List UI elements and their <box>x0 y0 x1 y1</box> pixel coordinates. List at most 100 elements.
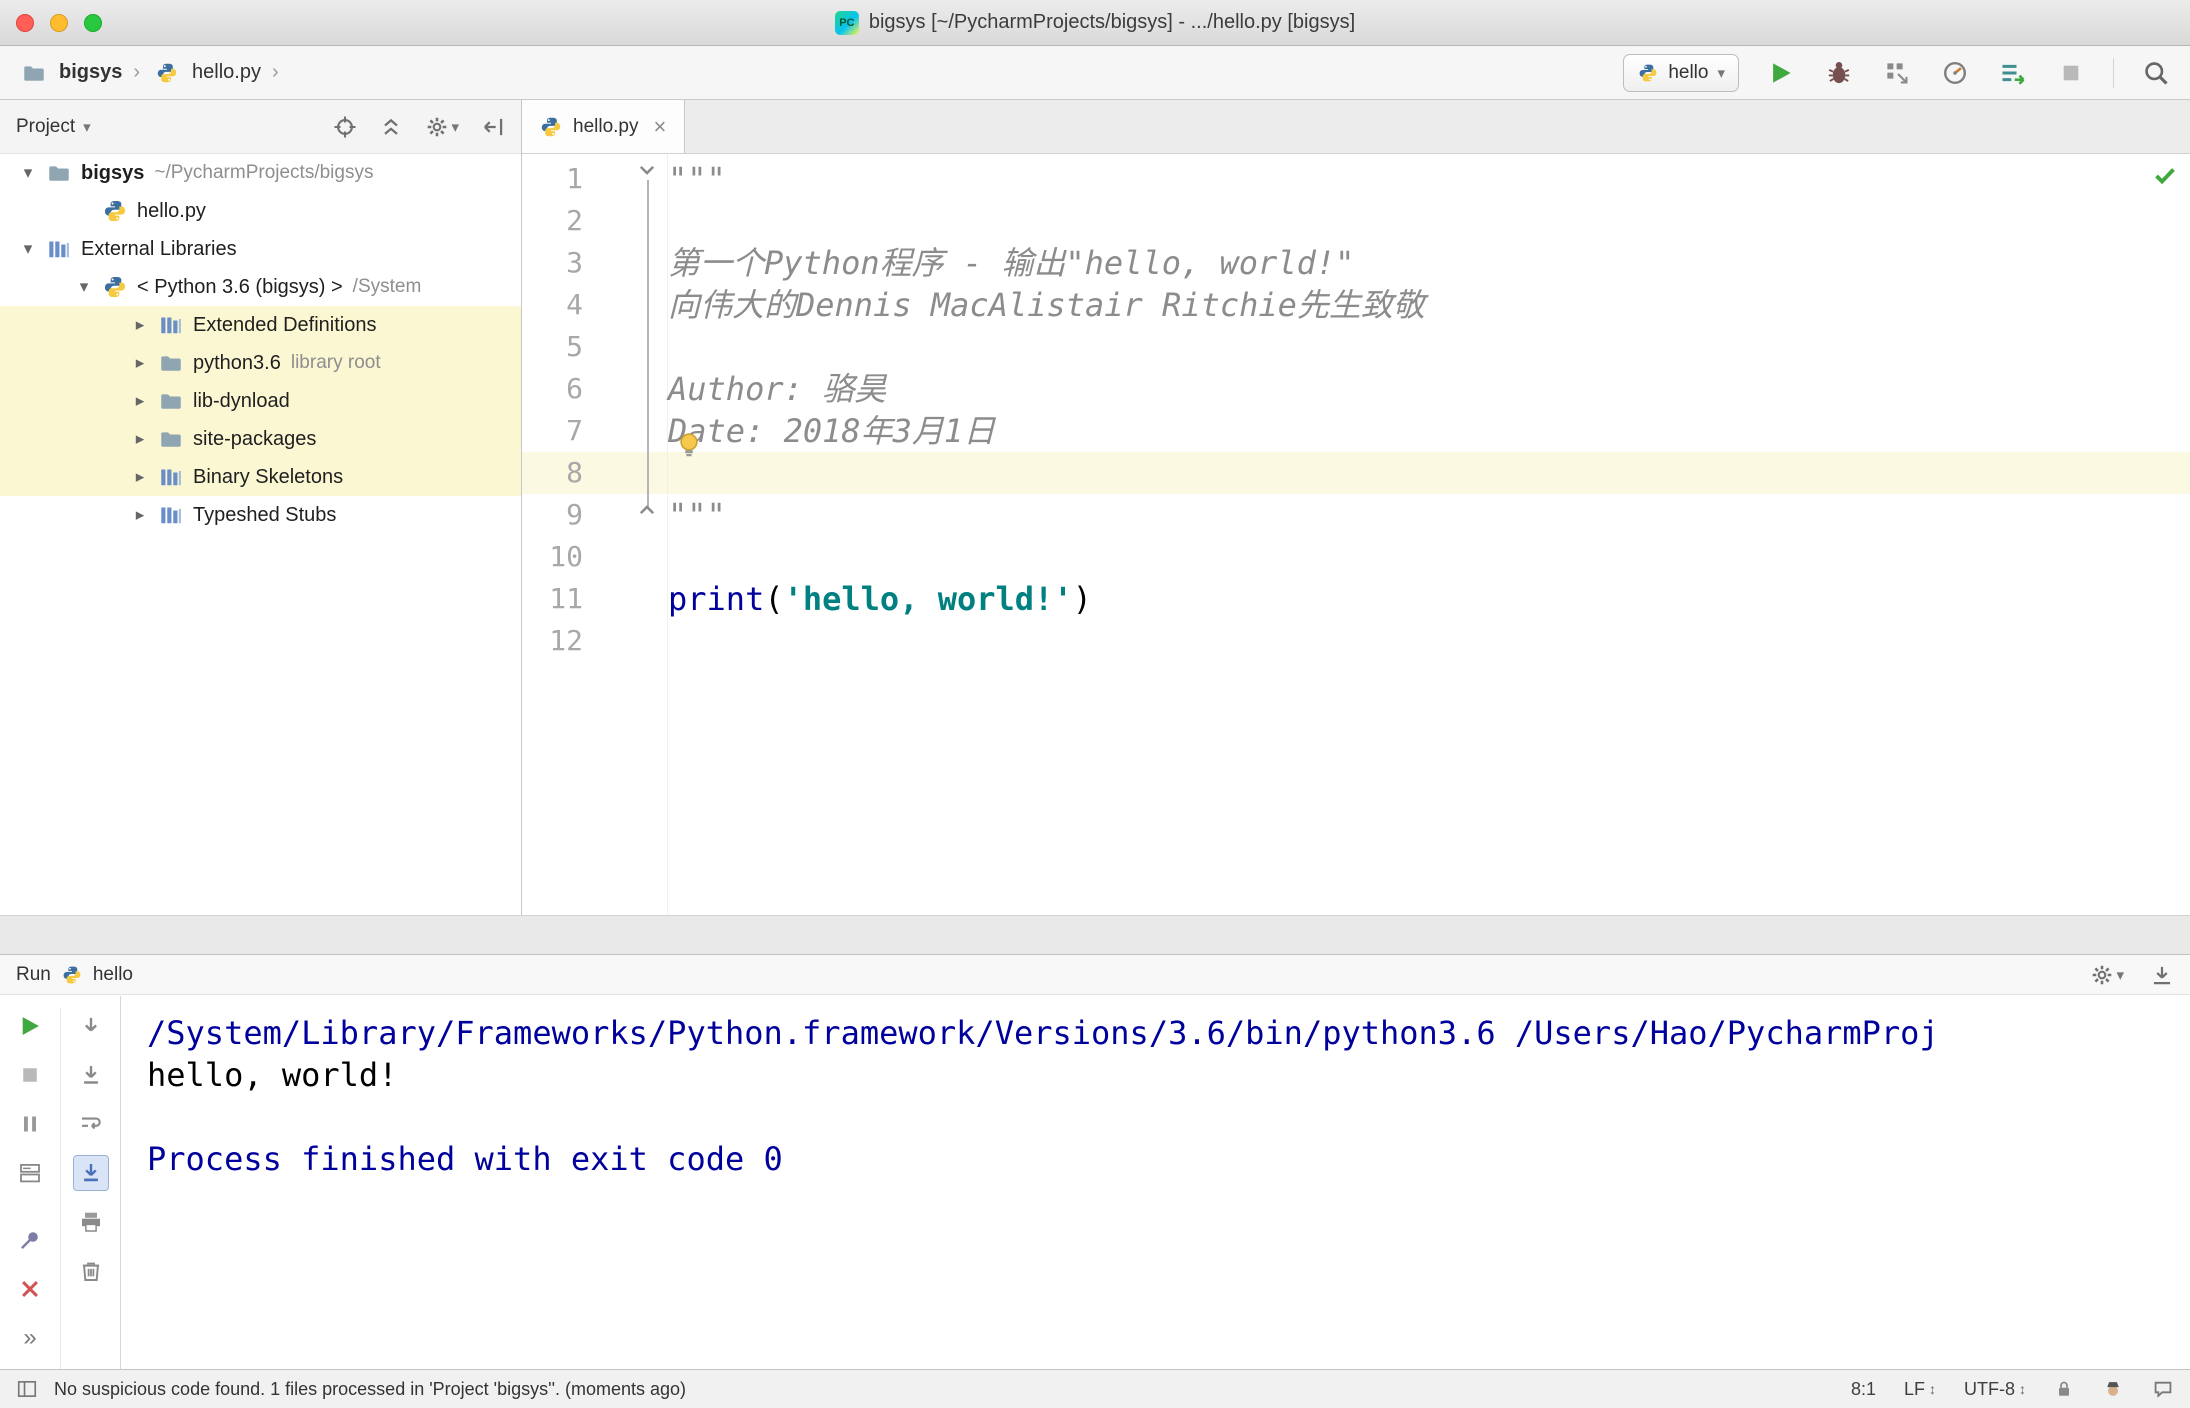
zoom-window-button[interactable] <box>84 13 102 32</box>
code-line-11[interactable]: print('hello, world!') <box>668 578 2190 620</box>
settings-gear-button[interactable]: ▾ <box>425 115 459 139</box>
locate-file-button[interactable] <box>333 115 357 139</box>
expand-right-icon[interactable]: ▸ <box>122 467 158 487</box>
code-line-5[interactable] <box>668 326 2190 368</box>
toolwindow-switcher-icon[interactable] <box>16 1378 38 1400</box>
tab-hello-py[interactable]: hello.py × <box>522 100 686 153</box>
line-number-7[interactable]: 7 <box>522 410 667 452</box>
code-line-3[interactable]: 第一个Python程序 - 输出"hello, world!" <box>668 242 2190 284</box>
tree-item-extended-definitions[interactable]: ▸ Extended Definitions <box>0 306 521 344</box>
run-settings-gear-button[interactable]: ▾ <box>2090 963 2124 987</box>
expand-down-icon[interactable]: ▾ <box>66 277 102 297</box>
rerun-button[interactable] <box>12 1008 48 1044</box>
line-number-2[interactable]: 2 <box>522 200 667 242</box>
tab-label: hello.py <box>573 115 639 137</box>
notifications-icon[interactable] <box>2152 1378 2174 1400</box>
tree-item-lib-dynload[interactable]: ▸ lib-dynload <box>0 382 521 420</box>
collapse-all-button[interactable] <box>379 115 403 139</box>
expand-right-icon[interactable]: ▸ <box>122 391 158 411</box>
expand-right-icon[interactable]: ▸ <box>122 315 158 335</box>
code-line-10[interactable] <box>668 536 2190 578</box>
breadcrumb-project[interactable]: bigsys <box>59 61 122 84</box>
minimize-window-button[interactable] <box>50 13 68 32</box>
chevron-down-icon[interactable]: ▾ <box>83 118 91 136</box>
pause-output-button[interactable] <box>12 1106 48 1142</box>
editor-code[interactable]: """ 第一个Python程序 - 输出"hello, world!" 向伟大的De… <box>668 154 2190 915</box>
editor[interactable]: 1 2 3 4 5 6 7 8 9 10 11 12 """ 第一个Python程序 - 输出"hell… <box>522 154 2190 915</box>
pin-tab-button[interactable] <box>12 1222 48 1258</box>
code-line-8[interactable] <box>668 452 2190 494</box>
code-token: print <box>668 580 765 618</box>
line-number-8[interactable]: 8 <box>522 452 667 494</box>
run-panel-title[interactable]: Run <box>16 964 51 986</box>
close-window-button[interactable] <box>16 13 34 32</box>
scroll-to-end-button[interactable] <box>72 1155 109 1191</box>
stop-button-disabled <box>2055 57 2087 89</box>
line-number-4[interactable]: 4 <box>522 284 667 326</box>
code-line-7[interactable]: Date: 2018年3月1日 <box>668 410 2190 452</box>
fold-collapse-top-icon[interactable] <box>636 160 658 182</box>
code-line-6[interactable]: Author: 骆昊 <box>668 368 2190 410</box>
line-number-11[interactable]: 11 <box>522 578 667 620</box>
expand-right-icon[interactable]: ▸ <box>122 353 158 373</box>
code-line-12[interactable] <box>668 620 2190 662</box>
encoding-selector[interactable]: UTF-8 ↕ <box>1964 1379 2026 1400</box>
fold-range-line <box>647 180 649 508</box>
chevron-down-icon: ▾ <box>1717 64 1725 82</box>
close-tab-icon[interactable]: × <box>654 114 667 140</box>
more-options-icon[interactable]: » <box>12 1320 48 1356</box>
code-line-9[interactable]: """ <box>668 494 2190 536</box>
breadcrumb-file[interactable]: hello.py <box>192 61 261 84</box>
caret-position[interactable]: 8:1 <box>1851 1379 1876 1400</box>
readonly-lock-icon[interactable] <box>2054 1379 2074 1399</box>
code-line-1[interactable]: """ <box>668 158 2190 200</box>
tree-item-external-libraries[interactable]: ▾ External Libraries <box>0 230 521 268</box>
hide-panel-button[interactable] <box>481 115 505 139</box>
titlebar: PC bigsys [~/PycharmProjects/bigsys] - .… <box>0 0 2190 46</box>
expand-right-icon[interactable]: ▸ <box>122 505 158 525</box>
editor-bottom-strip <box>0 915 2190 954</box>
print-button[interactable] <box>73 1204 109 1240</box>
console-output[interactable]: /System/Library/Frameworks/Python.framew… <box>121 996 2190 1369</box>
console-line: hello, world! <box>147 1056 398 1094</box>
tree-item-binary-skeletons[interactable]: ▸ Binary Skeletons <box>0 458 521 496</box>
run-configuration-select[interactable]: hello ▾ <box>1623 53 1739 92</box>
tree-item-site-packages[interactable]: ▸ site-packages <box>0 420 521 458</box>
hide-run-panel-button[interactable] <box>2150 963 2174 987</box>
restore-layout-button[interactable] <box>12 1155 48 1191</box>
next-occurrence-button[interactable] <box>73 1008 109 1044</box>
line-separator-selector[interactable]: LF ↕ <box>1904 1379 1936 1400</box>
concurrency-diagram-button[interactable] <box>1939 57 1971 89</box>
inspection-ok-icon[interactable] <box>2152 162 2178 188</box>
expand-down-icon[interactable]: ▾ <box>10 163 46 183</box>
hector-inspector-icon[interactable] <box>2102 1378 2124 1400</box>
soft-wrap-button[interactable] <box>73 1106 109 1142</box>
run-with-coverage-button[interactable] <box>1881 57 1913 89</box>
line-number-5[interactable]: 5 <box>522 326 667 368</box>
fold-collapse-bottom-icon[interactable] <box>636 498 658 520</box>
tree-item-typeshed-stubs[interactable]: ▸ Typeshed Stubs <box>0 496 521 534</box>
debug-button[interactable] <box>1823 57 1855 89</box>
close-console-button[interactable] <box>12 1271 48 1307</box>
search-everywhere-icon[interactable] <box>2140 57 2172 89</box>
tree-item-python-3-6-bigsys[interactable]: ▾ < Python 3.6 (bigsys) > /System <box>0 268 521 306</box>
expand-down-icon[interactable]: ▾ <box>10 239 46 259</box>
intention-bulb-icon[interactable] <box>674 430 704 460</box>
run-button[interactable] <box>1765 57 1797 89</box>
tree-item-python3-6[interactable]: ▸ python3.6 library root <box>0 344 521 382</box>
clear-console-button[interactable] <box>73 1253 109 1289</box>
code-line-2[interactable] <box>668 200 2190 242</box>
line-number-3[interactable]: 3 <box>522 242 667 284</box>
code-line-4[interactable]: 向伟大的Dennis MacAlistair Ritchie先生致敬 <box>668 284 2190 326</box>
line-number-10[interactable]: 10 <box>522 536 667 578</box>
main-toolbar: bigsys › hello.py › hello ▾ <box>0 46 2190 100</box>
profiler-button[interactable] <box>1997 57 2029 89</box>
line-number-12[interactable]: 12 <box>522 620 667 662</box>
tree-item-hello-py[interactable]: hello.py <box>0 192 521 230</box>
stop-button[interactable] <box>12 1057 48 1093</box>
jump-to-bottom-button[interactable] <box>73 1057 109 1093</box>
expand-right-icon[interactable]: ▸ <box>122 429 158 449</box>
line-number-6[interactable]: 6 <box>522 368 667 410</box>
tree-item-bigsys[interactable]: ▾ bigsys ~/PycharmProjects/bigsys <box>0 154 521 192</box>
project-panel-title[interactable]: Project <box>16 116 75 138</box>
